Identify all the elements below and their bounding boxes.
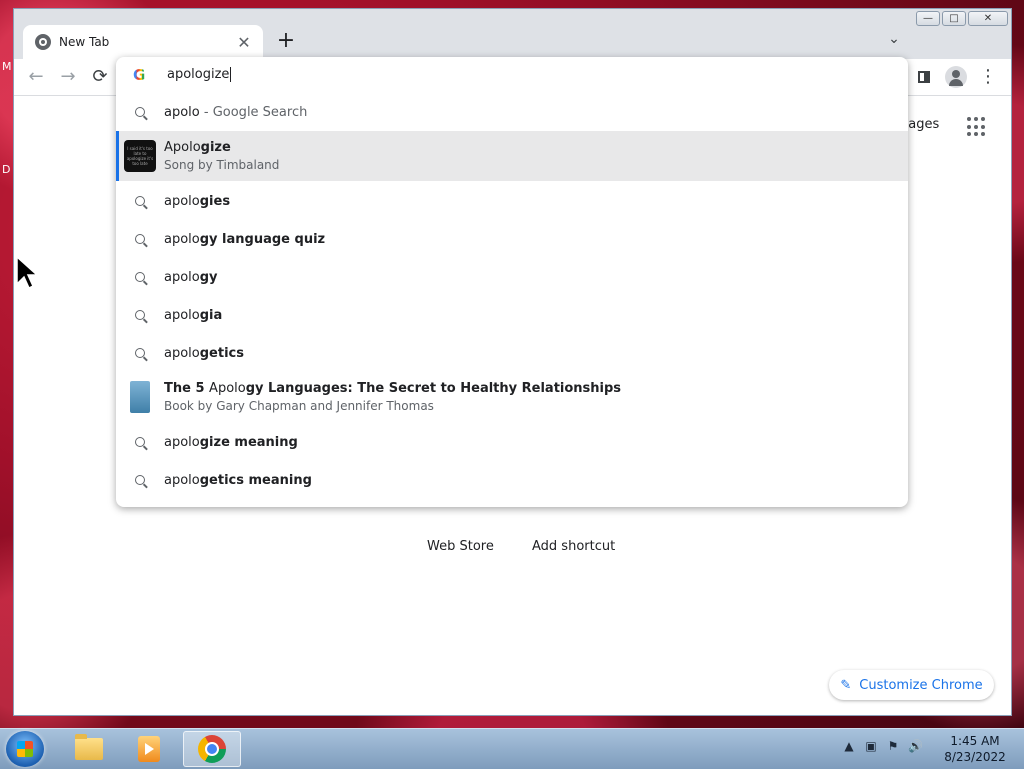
search-icon <box>135 475 145 485</box>
pencil-icon: ✎ <box>840 677 852 693</box>
suggestion-apology-language-quiz[interactable]: apology language quiz <box>116 220 908 258</box>
tab-strip: New Tab ✕ + ⌄ — □ ✕ <box>14 9 1011 59</box>
profile-button[interactable] <box>943 65 969 89</box>
suggestion-bold: gize <box>200 140 231 155</box>
book-thumbnail <box>130 381 150 413</box>
suggestion-suffix: - Google Search <box>199 104 308 120</box>
search-icon <box>135 196 145 206</box>
desktop-edge-text: M <box>2 60 12 73</box>
suggestion-apologies[interactable]: apologies <box>116 182 908 220</box>
google-g-icon: G <box>133 66 146 84</box>
suggestion-text: apolo <box>164 104 200 120</box>
search-icon <box>135 107 145 117</box>
chrome-favicon-icon <box>35 34 51 50</box>
window-controls: — □ ✕ <box>916 11 1008 26</box>
clock-date: 8/23/2022 <box>944 750 1006 764</box>
network-icon[interactable]: ▣ <box>864 739 878 753</box>
system-tray: ▲ ▣ ⚑ 🔊 <box>842 739 923 753</box>
close-window-button[interactable]: ✕ <box>968 11 1008 26</box>
taskbar: ▲ ▣ ⚑ 🔊 1:45 AM 8/23/2022 <box>0 728 1024 769</box>
system-clock[interactable]: 1:45 AM 8/23/2022 <box>940 733 1010 765</box>
suggestion-song-apologize[interactable]: I said it's too late to apologize it's t… <box>116 131 908 181</box>
omnibox-input[interactable]: G apologize <box>116 57 908 93</box>
search-icon <box>135 437 145 447</box>
maximize-button[interactable]: □ <box>942 11 966 26</box>
suggestion-google-search[interactable]: apolo - Google Search <box>116 93 908 131</box>
start-button[interactable] <box>6 731 44 767</box>
minimize-button[interactable]: — <box>916 11 940 26</box>
omnibox-dropdown: G apologize apolo - Google Search I said… <box>116 57 908 507</box>
taskbar-explorer[interactable] <box>60 731 118 767</box>
tab-new-tab[interactable]: New Tab ✕ <box>23 25 263 59</box>
media-player-icon <box>138 736 160 762</box>
suggestion-subtitle: Song by Timbaland <box>164 158 280 172</box>
search-icon <box>135 234 145 244</box>
search-icon <box>135 348 145 358</box>
tab-title: New Tab <box>59 35 110 49</box>
show-hidden-icons-icon[interactable]: ▲ <box>842 739 856 753</box>
chrome-menu-button[interactable]: ⋮ <box>975 65 1001 89</box>
search-icon <box>135 310 145 320</box>
shortcut-web-store[interactable]: Web Store <box>427 539 494 554</box>
clock-time: 1:45 AM <box>950 734 1000 748</box>
taskbar-chrome[interactable] <box>183 731 241 767</box>
tab-close-icon[interactable]: ✕ <box>235 33 253 52</box>
song-thumbnail: I said it's too late to apologize it's t… <box>124 140 156 172</box>
taskbar-media-player[interactable] <box>120 731 178 767</box>
action-center-flag-icon[interactable]: ⚑ <box>886 739 900 753</box>
side-panel-button[interactable] <box>911 65 937 89</box>
suggestion-book-5-apology-languages[interactable]: The 5 Apology Languages: The Secret to H… <box>116 372 908 422</box>
shortcut-add-shortcut[interactable]: Add shortcut <box>532 539 615 554</box>
suggestion-apologize-meaning[interactable]: apologize meaning <box>116 423 908 461</box>
text-caret <box>230 67 232 82</box>
suggestion-text: Apolo <box>164 140 201 155</box>
chrome-icon <box>198 735 226 763</box>
folder-icon <box>75 734 103 760</box>
omnibox-input-text: apologize <box>167 67 230 82</box>
tab-search-button[interactable]: ⌄ <box>882 31 906 51</box>
apps-grid-icon[interactable] <box>967 117 987 137</box>
back-button[interactable]: ← <box>23 65 49 89</box>
suggestion-apologetics[interactable]: apologetics <box>116 334 908 372</box>
suggestion-apologetics-meaning[interactable]: apologetics meaning <box>116 461 908 499</box>
desktop-edge-text: D <box>2 163 11 176</box>
customize-chrome-button[interactable]: ✎ Customize Chrome <box>829 670 994 700</box>
suggestion-apologia[interactable]: apologia <box>116 296 908 334</box>
profile-avatar-icon <box>945 65 967 88</box>
reload-button[interactable]: ⟳ <box>87 65 113 89</box>
new-tab-button[interactable]: + <box>272 27 300 55</box>
forward-button[interactable]: → <box>55 65 81 89</box>
suggestion-apology[interactable]: apology <box>116 258 908 296</box>
search-icon <box>135 272 145 282</box>
suggestion-subtitle: Book by Gary Chapman and Jennifer Thomas <box>164 399 434 413</box>
side-panel-icon <box>918 70 930 83</box>
volume-icon[interactable]: 🔊 <box>908 739 923 753</box>
customize-chrome-label: Customize Chrome <box>859 677 983 693</box>
